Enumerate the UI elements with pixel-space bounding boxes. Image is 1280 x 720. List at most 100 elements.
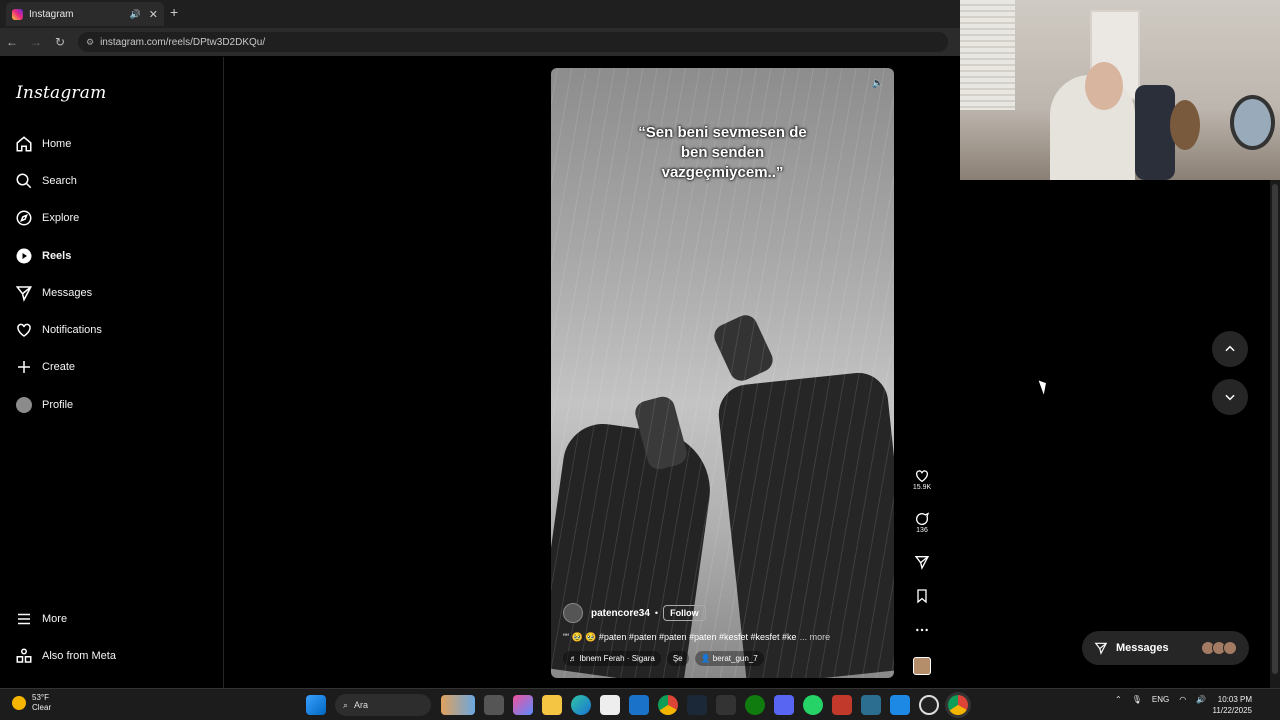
chevron-up-icon[interactable]: ⌃ [1115, 695, 1122, 704]
sidebar-item-notifications[interactable]: Notifications [14, 318, 102, 342]
whatsapp-icon[interactable] [803, 695, 823, 715]
back-icon[interactable]: ← [0, 35, 24, 49]
instagram-favicon-icon [12, 8, 23, 20]
page-scrollbar[interactable] [1270, 180, 1280, 688]
chrome-active-icon[interactable] [948, 695, 968, 715]
outlook-icon[interactable] [629, 695, 649, 715]
webcam-teddy-bear [1170, 100, 1200, 150]
browser-tab-bar: Instagram 🔊 ✕ + [0, 0, 960, 28]
clock-date: 11/22/2025 [1212, 706, 1252, 715]
next-reel-button[interactable] [1212, 379, 1248, 415]
sidebar-item-label: Home [42, 138, 72, 150]
previous-reel-button[interactable] [1212, 331, 1248, 367]
taskbar: 53°F Clear ⌕ Ara ⌃ 🎙 ENG ◠ 🔊 10:03 PM 11… [0, 688, 1280, 720]
reels-icon [14, 246, 34, 266]
tab-audio-icon[interactable]: 🔊 [130, 9, 141, 20]
webcam-overlay [960, 0, 1280, 180]
epic-games-icon[interactable] [716, 695, 736, 715]
post-meta: patencore34 • Follow ““ 🥹 🥹 #paten #pate… [563, 602, 883, 666]
scrollbar-thumb[interactable] [1272, 184, 1278, 674]
post-description: ““ 🥹 🥹 #paten #paten #paten #paten #kesf… [563, 632, 883, 643]
sidebar-item-also-from-meta[interactable]: Also from Meta [14, 644, 116, 668]
sidebar-item-reels[interactable]: Reels [14, 244, 71, 268]
site-info-icon[interactable]: ⚙ [86, 37, 94, 48]
microphone-icon[interactable]: 🎙 [1132, 695, 1142, 704]
sidebar-item-label: More [42, 613, 68, 625]
sidebar-item-label: Reels [42, 250, 72, 262]
browser-tab[interactable]: Instagram 🔊 ✕ [6, 2, 164, 26]
description-text: ““ 🥹 🥹 #paten #paten #paten #paten #kesf… [563, 632, 797, 642]
instagram-logo[interactable]: Instagram [16, 83, 106, 103]
webcam-head [1085, 62, 1123, 110]
xbox-icon[interactable] [745, 695, 765, 715]
sidebar-item-label: Create [42, 361, 76, 373]
discord-icon[interactable] [774, 695, 794, 715]
wifi-icon[interactable]: ◠ [1179, 695, 1186, 704]
copilot-icon[interactable] [513, 695, 533, 715]
sidebar-item-label: Messages [42, 287, 93, 299]
author-name[interactable]: patencore34 [591, 608, 650, 619]
system-tray: ⌃ 🎙 ENG ◠ 🔊 [1115, 695, 1206, 704]
sidebar-item-label: Profile [42, 399, 74, 411]
steam-icon[interactable] [687, 695, 707, 715]
comment-icon [916, 512, 930, 525]
like-button[interactable]: 15.9K [908, 468, 936, 491]
reload-icon[interactable]: ↻ [48, 35, 72, 49]
audio-chip[interactable]: ♬ Ibnem Ferah · Sigara [563, 651, 661, 666]
audio-extra-chip[interactable]: Şe [666, 651, 689, 666]
weather-widget[interactable]: 53°F Clear [12, 693, 51, 713]
messages-pill[interactable]: Messages [1082, 631, 1249, 665]
save-button[interactable] [908, 588, 936, 604]
more-link[interactable]: ... more [800, 632, 831, 642]
new-tab-button[interactable]: + [170, 4, 178, 20]
store-icon[interactable] [600, 695, 620, 715]
messages-pill-label: Messages [1116, 642, 1169, 654]
tagged-user-chip[interactable]: 👤 berat_gun_7 [694, 651, 764, 666]
windows-start-icon[interactable] [306, 695, 326, 715]
sidebar-item-label: Explore [42, 212, 80, 224]
edge-icon[interactable] [571, 695, 591, 715]
taskbar-search-placeholder: Ara [354, 700, 369, 710]
volume-icon[interactable]: 🔈 [870, 78, 886, 94]
forward-icon[interactable]: → [24, 35, 48, 49]
sidebar-item-profile[interactable]: Profile [14, 393, 73, 417]
app-icon[interactable] [861, 695, 881, 715]
language-indicator[interactable]: ENG [1152, 695, 1169, 704]
heart-icon [14, 320, 34, 340]
taskbar-clock[interactable]: 10:03 PM 11/22/2025 [1198, 694, 1252, 716]
taskbar-search[interactable]: ⌕ Ara [335, 694, 431, 716]
search-highlight-icon[interactable] [441, 695, 475, 715]
chevron-down-icon [1225, 394, 1235, 401]
follow-button[interactable]: Follow [663, 605, 706, 621]
meta-icon [14, 646, 34, 666]
task-view-icon[interactable] [484, 695, 504, 715]
comment-button[interactable]: 136 [908, 511, 936, 534]
sidebar-item-explore[interactable]: Explore [14, 206, 79, 230]
avatar [1223, 641, 1237, 655]
tab-close-icon[interactable]: ✕ [149, 8, 158, 21]
share-button[interactable] [908, 554, 936, 570]
weather-sun-icon [12, 696, 26, 710]
sidebar-item-create[interactable]: Create [14, 355, 75, 379]
url-text: instagram.com/reels/DPtw3D2DKQu/ [100, 36, 266, 48]
ellipsis-icon [916, 628, 928, 632]
obs-icon[interactable] [919, 695, 939, 715]
sidebar-item-home[interactable]: Home [14, 132, 71, 156]
audio-thumbnail-image [913, 657, 931, 675]
sidebar-item-messages[interactable]: Messages [14, 281, 92, 305]
sidebar-item-search[interactable]: Search [14, 169, 77, 193]
sidebar-item-more[interactable]: More [14, 607, 67, 631]
app-icon[interactable] [832, 695, 852, 715]
audio-thumbnail[interactable] [908, 657, 936, 675]
url-field[interactable]: ⚙ instagram.com/reels/DPtw3D2DKQu/ [78, 32, 948, 52]
app-icon[interactable] [890, 695, 910, 715]
clock-time: 10:03 PM [1217, 695, 1252, 704]
send-icon [914, 556, 930, 570]
address-bar-row: ← → ↻ ⚙ instagram.com/reels/DPtw3D2DKQu/ [0, 28, 960, 56]
chrome-icon[interactable] [658, 695, 678, 715]
file-explorer-icon[interactable] [542, 695, 562, 715]
author-avatar[interactable] [563, 603, 583, 623]
comment-count: 136 [916, 527, 928, 534]
more-options-button[interactable] [908, 622, 936, 638]
reel-video[interactable]: 🔈 “Sen beni sevmesen de ben senden vazge… [551, 68, 894, 678]
